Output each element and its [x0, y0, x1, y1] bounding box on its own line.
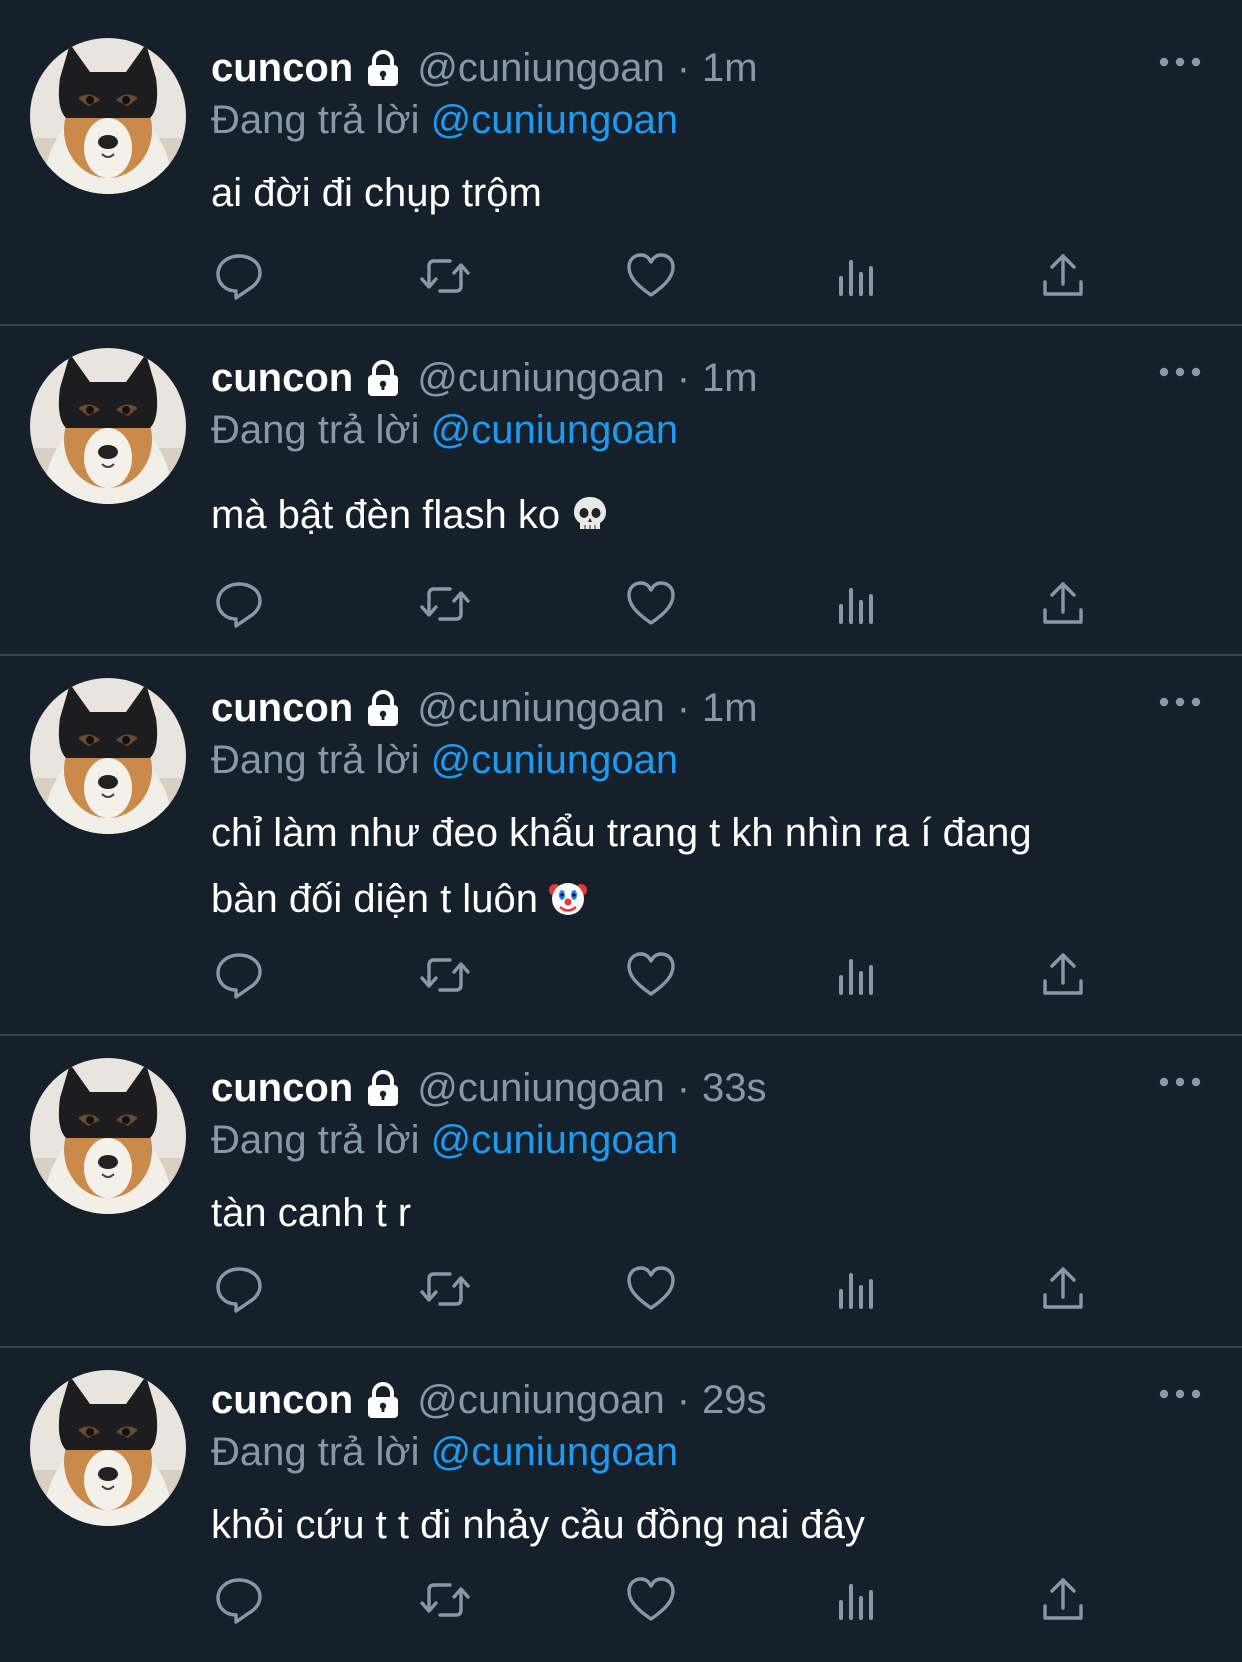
timestamp[interactable]: 1m: [702, 682, 758, 734]
tweet[interactable]: cuncon @cuniungoan · 29s Đang trả lời @c…: [0, 1348, 1242, 1662]
retweet-icon[interactable]: [417, 576, 473, 632]
action-bar: [211, 576, 1091, 632]
retweet-icon[interactable]: [417, 1572, 473, 1628]
reply-context: Đang trả lời @cuniungoan: [211, 1426, 1202, 1478]
timestamp[interactable]: 29s: [702, 1374, 767, 1426]
avatar[interactable]: [30, 348, 186, 504]
action-bar: [211, 1261, 1091, 1317]
views-icon[interactable]: [829, 248, 885, 304]
user-handle[interactable]: @cuniungoan: [417, 352, 664, 404]
tweet-text: khỏi cứu t t đi nhảy cầu đồng nai đây: [211, 1492, 1202, 1558]
separator-dot: ·: [676, 1378, 691, 1422]
reply-prefix: Đang trả lời: [211, 1118, 420, 1162]
avatar[interactable]: [30, 1370, 186, 1526]
more-icon[interactable]: [1158, 1072, 1202, 1092]
retweet-icon[interactable]: [417, 947, 473, 1003]
lock-icon: [363, 688, 403, 728]
reply-to-link[interactable]: @cuniungoan: [431, 1430, 678, 1474]
timestamp[interactable]: 1m: [702, 42, 758, 94]
reply-context: Đang trả lời @cuniungoan: [211, 734, 1202, 786]
timestamp[interactable]: 33s: [702, 1062, 767, 1114]
reply-icon[interactable]: [211, 248, 267, 304]
reply-prefix: Đang trả lời: [211, 738, 420, 782]
user-handle[interactable]: @cuniungoan: [417, 42, 664, 94]
reply-icon[interactable]: [211, 1572, 267, 1628]
tweet-text-content: ai đời đi chụp trộm: [211, 171, 542, 215]
share-icon[interactable]: [1035, 947, 1091, 1003]
user-handle[interactable]: @cuniungoan: [417, 1374, 664, 1426]
heart-icon[interactable]: [623, 947, 679, 1003]
more-icon[interactable]: [1158, 362, 1202, 382]
separator-dot: ·: [676, 1066, 691, 1110]
more-icon[interactable]: [1158, 692, 1202, 712]
views-icon[interactable]: [829, 1572, 885, 1628]
reply-prefix: Đang trả lời: [211, 1430, 420, 1474]
tweet[interactable]: cuncon @cuniungoan · 1m Đang trả lời @cu…: [0, 326, 1242, 656]
share-icon[interactable]: [1035, 1572, 1091, 1628]
separator-dot: ·: [676, 356, 691, 400]
heart-icon[interactable]: [623, 1572, 679, 1628]
views-icon[interactable]: [829, 947, 885, 1003]
tweet-text: ai đời đi chụp trộm: [211, 160, 1202, 226]
reply-icon[interactable]: [211, 576, 267, 632]
separator-dot: ·: [676, 46, 691, 90]
heart-icon[interactable]: [623, 576, 679, 632]
tweet-text: chỉ làm như đeo khẩu trang t kh nhìn ra …: [211, 800, 1202, 932]
heart-icon[interactable]: [623, 1261, 679, 1317]
avatar[interactable]: [30, 678, 186, 834]
reply-context: Đang trả lời @cuniungoan: [211, 1114, 1202, 1166]
tweet-text: mà bật đèn flash ko: [211, 482, 1202, 548]
tweet-text-content: khỏi cứu t t đi nhảy cầu đồng nai đây: [211, 1503, 865, 1547]
reply-to-link[interactable]: @cuniungoan: [431, 1118, 678, 1162]
tweet[interactable]: cuncon @cuniungoan · 33s Đang trả lời @c…: [0, 1036, 1242, 1348]
tweet-text-content: tàn canh t r: [211, 1191, 412, 1235]
display-name[interactable]: cuncon: [211, 1374, 353, 1426]
tweet-text: tàn canh t r: [211, 1180, 1202, 1246]
reply-icon[interactable]: [211, 947, 267, 1003]
display-name[interactable]: cuncon: [211, 42, 353, 94]
lock-icon: [363, 1068, 403, 1108]
display-name[interactable]: cuncon: [211, 1062, 353, 1114]
reply-to-link[interactable]: @cuniungoan: [431, 738, 678, 782]
retweet-icon[interactable]: [417, 248, 473, 304]
action-bar: [211, 947, 1091, 1003]
reply-icon[interactable]: [211, 1261, 267, 1317]
lock-icon: [363, 358, 403, 398]
share-icon[interactable]: [1035, 576, 1091, 632]
action-bar: [211, 1572, 1091, 1628]
reply-prefix: Đang trả lời: [211, 98, 420, 142]
tweet[interactable]: cuncon @cuniungoan · 1m Đang trả lời @cu…: [0, 656, 1242, 1036]
lock-icon: [363, 1380, 403, 1420]
display-name[interactable]: cuncon: [211, 352, 353, 404]
views-icon[interactable]: [829, 1261, 885, 1317]
more-icon[interactable]: [1158, 1384, 1202, 1404]
avatar[interactable]: [30, 38, 186, 194]
tweet[interactable]: cuncon @cuniungoan · 1m Đang trả lời @cu…: [0, 0, 1242, 326]
user-handle[interactable]: @cuniungoan: [417, 1062, 664, 1114]
share-icon[interactable]: [1035, 248, 1091, 304]
heart-icon[interactable]: [623, 248, 679, 304]
more-icon[interactable]: [1158, 52, 1202, 72]
skull-emoji-icon: [570, 488, 610, 529]
reply-context: Đang trả lời @cuniungoan: [211, 94, 1202, 146]
timestamp[interactable]: 1m: [702, 352, 758, 404]
tweet-text-content: chỉ làm như đeo khẩu trang t kh nhìn ra …: [211, 811, 1032, 921]
share-icon[interactable]: [1035, 1261, 1091, 1317]
display-name[interactable]: cuncon: [211, 682, 353, 734]
reply-context: Đang trả lời @cuniungoan: [211, 404, 1202, 456]
reply-prefix: Đang trả lời: [211, 408, 420, 452]
clown-emoji-icon: [547, 872, 589, 917]
retweet-icon[interactable]: [417, 1261, 473, 1317]
tweet-feed: cuncon @cuniungoan · 1m Đang trả lời @cu…: [0, 0, 1242, 1662]
views-icon[interactable]: [829, 576, 885, 632]
reply-to-link[interactable]: @cuniungoan: [431, 408, 678, 452]
tweet-text-content: mà bật đèn flash ko: [211, 493, 561, 537]
action-bar: [211, 248, 1091, 304]
reply-to-link[interactable]: @cuniungoan: [431, 98, 678, 142]
user-handle[interactable]: @cuniungoan: [417, 682, 664, 734]
separator-dot: ·: [676, 686, 691, 730]
lock-icon: [363, 48, 403, 88]
avatar[interactable]: [30, 1058, 186, 1214]
